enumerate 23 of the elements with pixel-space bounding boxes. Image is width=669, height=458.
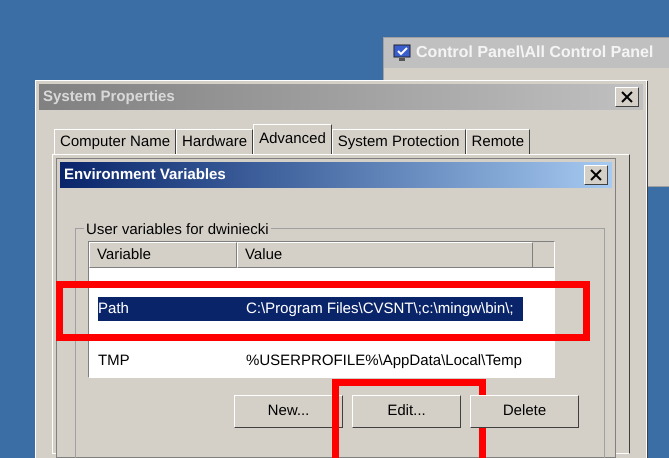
close-icon — [621, 91, 633, 103]
close-button[interactable] — [584, 165, 608, 185]
tab[interactable]: Remote — [466, 129, 530, 154]
tab[interactable]: Computer Name — [54, 129, 176, 154]
tab[interactable]: System Protection — [332, 129, 466, 154]
tab[interactable]: Advanced — [253, 124, 332, 154]
table-row[interactable]: Path C:\Program Files\CVSNT\;c:\mingw\bin\; — [98, 297, 523, 321]
tab[interactable]: Hardware — [176, 129, 254, 154]
dialog-button[interactable]: New... — [234, 395, 343, 428]
table-cell-text: Path — [98, 298, 130, 319]
window-title: System Properties — [43, 86, 175, 107]
column-header[interactable]: Value — [237, 242, 533, 268]
dialog-button[interactable]: Delete — [470, 395, 579, 428]
window-title: Environment Variables — [64, 164, 226, 185]
close-button[interactable] — [615, 87, 639, 107]
monitor-icon — [392, 44, 412, 62]
table-row[interactable]: TMP %USERPROFILE%\AppData\Local\Temp — [98, 349, 523, 373]
table-cell-text: TMP — [98, 350, 131, 371]
table-cell-text: C:\Program Files\CVSNT\;c:\mingw\bin\; — [246, 298, 514, 319]
dialog-button[interactable]: Edit... — [352, 395, 461, 428]
close-icon — [590, 169, 602, 181]
table-cell-text: %USERPROFILE%\AppData\Local\Temp — [246, 350, 522, 371]
column-header[interactable]: Variable — [89, 242, 237, 268]
